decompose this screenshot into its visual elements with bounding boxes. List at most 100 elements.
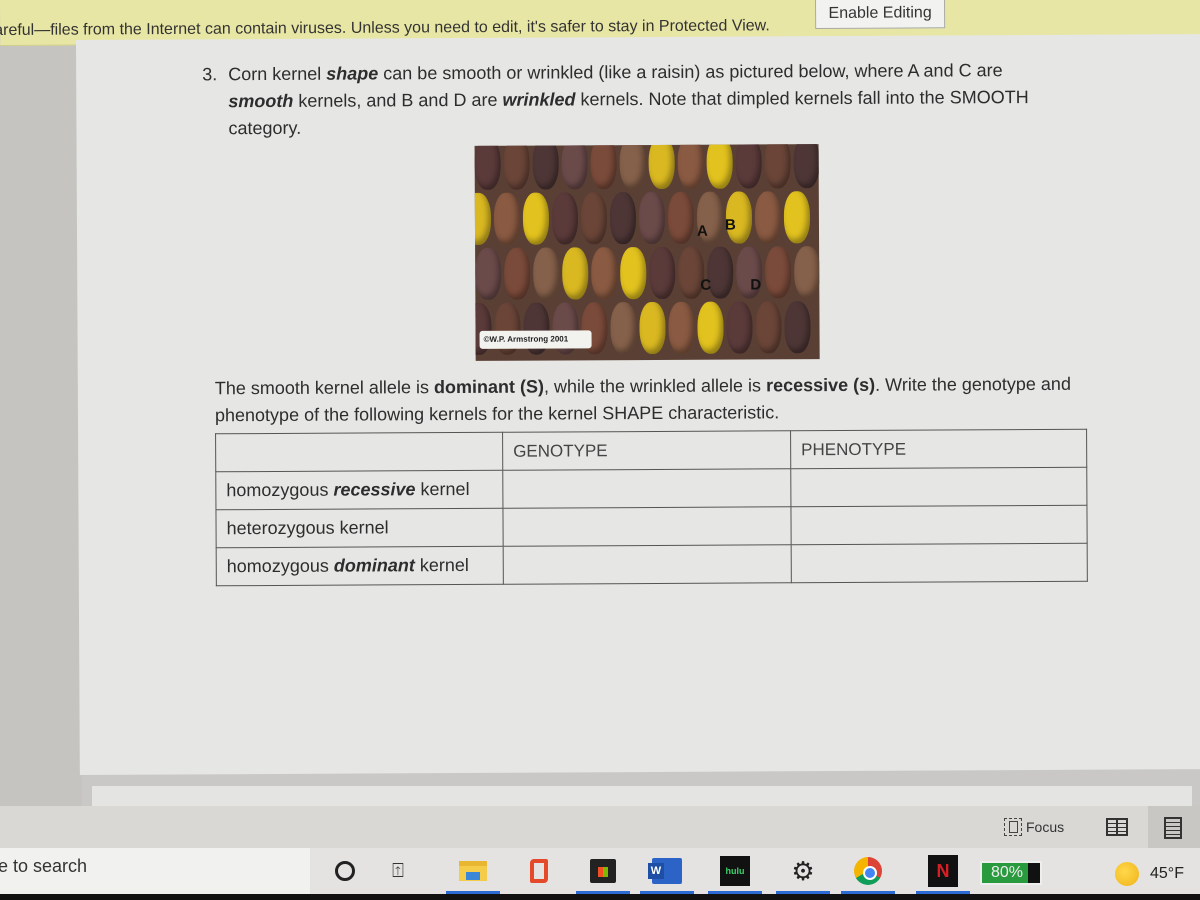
question-text-part: can be smooth or wrinkled (like a raisin… xyxy=(378,60,1003,84)
battery-indicator[interactable]: 80% xyxy=(980,861,1042,885)
netflix-icon[interactable]: N xyxy=(916,855,970,894)
left-gutter xyxy=(0,46,82,836)
question-emphasis-wrinkled: wrinkled xyxy=(502,89,576,110)
question-text-part: kernels, and B and D are xyxy=(293,89,503,111)
corn-kernel xyxy=(667,191,695,244)
corn-kernel xyxy=(562,247,589,300)
phenotype-cell[interactable] xyxy=(790,505,1088,545)
corn-kernel xyxy=(474,192,492,245)
taskbar-search-box[interactable]: e to search xyxy=(0,848,310,894)
read-mode-icon[interactable] xyxy=(1106,818,1128,836)
kernel-label-a: A xyxy=(696,222,708,240)
weather-sun-icon[interactable] xyxy=(1115,862,1139,886)
corn-kernel xyxy=(561,144,588,190)
focus-label: Focus xyxy=(1026,819,1065,835)
corn-kernel xyxy=(533,247,560,300)
corn-kernel xyxy=(522,192,550,245)
row-label: heterozygous kernel xyxy=(215,508,504,548)
row-label-emphasis: dominant xyxy=(333,555,415,576)
office-icon[interactable] xyxy=(524,856,554,886)
table-row: heterozygous kernel xyxy=(215,505,1088,548)
instructions-dominant: dominant (S) xyxy=(433,376,544,398)
taskbar: e to search ⍐ W hulu ⚙ N 80% 45°F xyxy=(0,848,1200,900)
status-bar: Focus xyxy=(0,806,1200,848)
chrome-icon[interactable] xyxy=(841,856,895,894)
table-header-row: GENOTYPE PHENOTYPE xyxy=(215,429,1087,472)
row-label-text: homozygous xyxy=(226,479,334,501)
row-label: homozygous dominant kernel xyxy=(216,546,504,586)
kernel-genotype-table: GENOTYPE PHENOTYPE homozygous recessive … xyxy=(215,429,1088,587)
corn-kernel xyxy=(754,191,782,244)
corn-kernel xyxy=(793,144,820,189)
question-text: 3. Corn kernel shape can be smooth or wri… xyxy=(202,57,1102,143)
hulu-icon-text: hulu xyxy=(720,856,750,886)
question-text-part: category. xyxy=(228,117,302,139)
corn-kernel xyxy=(619,144,646,190)
settings-gear-icon[interactable]: ⚙ xyxy=(776,856,830,894)
corn-kernel xyxy=(620,247,647,300)
corn-kernel xyxy=(503,144,530,190)
hulu-icon[interactable]: hulu xyxy=(708,856,762,894)
cortana-icon[interactable] xyxy=(330,856,360,886)
genotype-cell[interactable] xyxy=(503,544,792,585)
corn-kernel xyxy=(493,192,521,245)
microsoft-store-icon[interactable] xyxy=(576,856,630,894)
word-icon[interactable]: W xyxy=(640,856,694,894)
focus-mode-button[interactable]: Focus xyxy=(1004,818,1064,836)
corn-kernel xyxy=(764,144,791,189)
genotype-cell[interactable] xyxy=(502,506,792,547)
next-page-edge xyxy=(92,786,1192,806)
corn-kernel xyxy=(591,247,618,300)
corn-kernel xyxy=(755,301,782,354)
corn-kernel xyxy=(794,246,820,299)
corn-kernel xyxy=(551,192,579,245)
table-header-genotype: GENOTYPE xyxy=(502,430,791,471)
task-view-icon[interactable]: ⍐ xyxy=(383,856,413,886)
phenotype-cell[interactable] xyxy=(790,467,1087,507)
row-label-emphasis: recessive xyxy=(333,479,416,500)
corn-kernel xyxy=(474,144,501,190)
battery-percent: 80% xyxy=(990,864,1024,881)
table-header-blank xyxy=(215,432,503,472)
print-layout-icon[interactable] xyxy=(1164,817,1182,839)
corn-kernel xyxy=(765,246,792,299)
row-label: homozygous recessive kernel xyxy=(215,470,503,510)
kernel-label-c: C xyxy=(700,276,712,294)
phenotype-cell[interactable] xyxy=(791,543,1088,583)
netflix-icon-letter: N xyxy=(928,855,958,887)
table-row: homozygous recessive kernel xyxy=(215,467,1087,510)
corn-kernel xyxy=(504,247,531,300)
focus-icon xyxy=(1004,818,1022,836)
corn-kernel xyxy=(677,144,704,189)
corn-kernel xyxy=(648,144,675,190)
corn-kernel-photo: A B C D ©W.P. Armstrong 2001 xyxy=(474,144,820,361)
question-emphasis-smooth: smooth xyxy=(228,90,294,112)
corn-kernel xyxy=(649,246,676,300)
table-header-phenotype: PHENOTYPE xyxy=(790,429,1087,469)
enable-editing-button[interactable]: Enable Editing xyxy=(815,0,946,30)
corn-kernel xyxy=(735,144,762,189)
corn-kernel xyxy=(475,247,502,300)
question-number: 3. xyxy=(202,64,218,85)
search-placeholder: e to search xyxy=(0,856,88,876)
row-label-text: kernel xyxy=(414,554,469,576)
row-label-text: homozygous xyxy=(226,555,334,577)
question-text-part: kernels. Note that dimpled kernels fall … xyxy=(575,87,1029,110)
corn-kernel xyxy=(532,144,559,190)
instructions-part: The smooth kernel allele is xyxy=(214,377,434,399)
corn-kernel xyxy=(610,302,637,355)
row-label-text: heterozygous kernel xyxy=(226,517,389,539)
table-row: homozygous dominant kernel xyxy=(216,543,1088,586)
corn-kernel xyxy=(726,301,753,354)
corn-kernel xyxy=(706,144,733,189)
corn-kernel xyxy=(590,144,617,190)
weather-temperature[interactable]: 45°F xyxy=(1150,865,1184,883)
genotype-cell[interactable] xyxy=(502,468,791,509)
instructions-recessive: recessive (s) xyxy=(765,374,876,396)
corn-kernel xyxy=(784,301,811,354)
corn-kernel xyxy=(783,191,811,244)
corn-kernel xyxy=(639,301,666,355)
corn-kernel xyxy=(697,301,724,354)
row-label-text: kernel xyxy=(415,478,470,500)
file-explorer-icon[interactable] xyxy=(446,856,500,894)
